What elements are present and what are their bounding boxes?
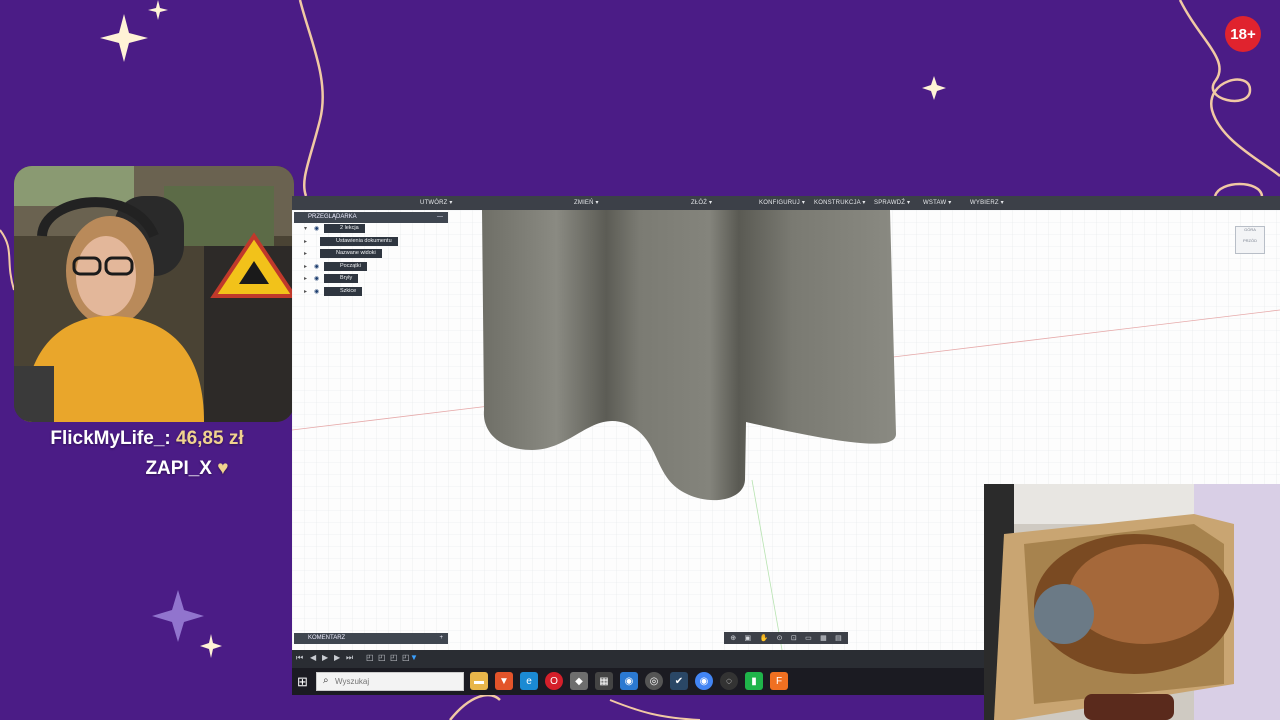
- menu-modify[interactable]: ZMIEŃ ▾: [574, 199, 599, 206]
- supporter-line: ZAPI_X ♥: [40, 458, 334, 480]
- minimize-icon[interactable]: —: [437, 212, 443, 223]
- fit-icon[interactable]: ⊡: [791, 634, 797, 642]
- tree-item-label: Szkice: [324, 286, 363, 296]
- tree-item-label: Ustawienia dokumentu: [320, 236, 398, 246]
- fusion-toolbar: UTWÓRZ ▾ ZMIEŃ ▾ ZŁÓŻ ▾ KONFIGURUJ ▾ KON…: [292, 196, 1280, 210]
- heart-icon: ♥: [217, 458, 229, 479]
- file-explorer-icon[interactable]: ▬: [470, 672, 488, 690]
- menu-construct[interactable]: KONSTRUKCJA ▾: [814, 199, 866, 206]
- view-cube-front[interactable]: PRZÓD: [1236, 238, 1264, 243]
- tree-item-label: 2 lekcja: [324, 224, 365, 233]
- app-icon[interactable]: ◌: [720, 672, 738, 690]
- timeline-feature-icon[interactable]: ◰: [402, 653, 410, 662]
- view-cube-top[interactable]: GÓRA: [1236, 227, 1264, 232]
- browser-header[interactable]: PRZEGLĄDARKA —: [294, 212, 448, 223]
- app-icon[interactable]: ◉: [620, 672, 638, 690]
- chevron-right-icon[interactable]: ▸: [304, 238, 307, 245]
- zoom-icon[interactable]: ⊙: [777, 634, 783, 642]
- navigation-bar: ⊕ ▣ ✋ ⊙ ⊡ ▭ ▦ ▤: [724, 632, 848, 644]
- search-icon: ⌕: [323, 675, 329, 686]
- opera-icon[interactable]: O: [545, 672, 563, 690]
- tree-item-sketches[interactable]: ▸ ◉ Szkice: [294, 286, 448, 299]
- donor-name: FlickMyLife_:: [50, 428, 171, 449]
- orbit-icon[interactable]: ⊕: [730, 634, 736, 642]
- menu-assemble[interactable]: ZŁÓŻ ▾: [691, 199, 712, 206]
- timeline-marker-icon[interactable]: ▼: [410, 653, 418, 662]
- pet-webcam-image: [984, 484, 1280, 720]
- menu-select[interactable]: WYBIERZ ▾: [970, 199, 1004, 206]
- step-forward-icon[interactable]: ▶: [334, 653, 340, 662]
- chevron-right-icon[interactable]: ▸: [304, 288, 307, 295]
- windows-taskbar: ⊞ ⌕ ▬ ▼ e O ◆ ▦ ◉ ◎ ✔ ◉ ◌ ▮ F: [292, 668, 986, 695]
- menu-create[interactable]: UTWÓRZ ▾: [420, 199, 453, 206]
- browser-title: PRZEGLĄDARKA: [308, 214, 357, 220]
- webcam-image: [14, 166, 294, 422]
- donation-amount: 46,85 zł: [176, 428, 244, 449]
- app-icon[interactable]: ◎: [645, 672, 663, 690]
- menu-configure[interactable]: KONFIGURUJ ▾: [759, 199, 805, 206]
- eye-icon[interactable]: ◉: [314, 275, 319, 282]
- tree-item-origin[interactable]: ▸ ◉ Początki: [294, 261, 448, 274]
- tree-item-named-views[interactable]: ▸ Nazwane widoki: [294, 248, 448, 261]
- eye-icon[interactable]: ◉: [314, 225, 319, 232]
- app-icon[interactable]: ◆: [570, 672, 588, 690]
- edge-icon[interactable]: e: [520, 672, 538, 690]
- brave-icon[interactable]: ▼: [495, 672, 513, 690]
- timeline-feature-icon[interactable]: ◰: [366, 653, 374, 662]
- tree-item-bodies[interactable]: ▸ ◉ Bryły: [294, 273, 448, 286]
- display-settings-icon[interactable]: ▭: [805, 634, 812, 642]
- play-icon[interactable]: ▶: [322, 653, 328, 662]
- view-cube[interactable]: GÓRA PRZÓD: [1235, 226, 1265, 254]
- chevron-down-icon[interactable]: ▾: [304, 225, 307, 232]
- timeline-feature-icon[interactable]: ◰: [390, 653, 398, 662]
- windows-start-icon[interactable]: ⊞: [297, 674, 308, 690]
- pan-icon[interactable]: ✋: [759, 634, 768, 642]
- steam-icon[interactable]: ✔: [670, 672, 688, 690]
- taskbar-apps: ▬ ▼ e O ◆ ▦ ◉ ◎ ✔ ◉ ◌ ▮ F: [470, 672, 788, 690]
- browser-panel: PRZEGLĄDARKA — ▾ ◉ 2 lekcja ▸ Ustawienia…: [294, 212, 448, 298]
- fusion-icon[interactable]: F: [770, 672, 788, 690]
- eye-icon[interactable]: ◉: [314, 263, 319, 270]
- menu-inspect[interactable]: SPRAWDŹ ▾: [874, 199, 910, 206]
- tree-item-label: Bryły: [324, 274, 359, 283]
- tree-item-doc-settings[interactable]: ▸ Ustawienia dokumentu: [294, 236, 448, 249]
- add-comment-icon[interactable]: +: [439, 633, 443, 644]
- age-rating-badge: 18+: [1225, 16, 1261, 52]
- tree-item-label: Nazwane widoki: [320, 249, 382, 258]
- comments-label: KOMENTARZ: [308, 635, 346, 641]
- eye-icon[interactable]: ◉: [314, 288, 319, 295]
- search-input[interactable]: [335, 675, 455, 688]
- viewports-icon[interactable]: ▤: [835, 634, 842, 642]
- step-back-icon[interactable]: ◀: [310, 653, 316, 662]
- chevron-right-icon[interactable]: ▸: [304, 263, 307, 270]
- go-to-start-icon[interactable]: ⏮: [296, 653, 303, 663]
- app-icon[interactable]: ▮: [745, 672, 763, 690]
- timeline-feature-icon[interactable]: ◰: [378, 653, 386, 662]
- taskbar-search[interactable]: ⌕: [316, 672, 464, 691]
- tree-item-root[interactable]: ▾ ◉ 2 lekcja: [294, 223, 448, 236]
- donation-alert: FlickMyLife_: 46,85 zł: [0, 428, 294, 450]
- chevron-right-icon[interactable]: ▸: [304, 275, 307, 282]
- menu-insert[interactable]: WSTAW ▾: [923, 199, 951, 206]
- chrome-icon[interactable]: ◉: [695, 672, 713, 690]
- pet-webcam: [984, 484, 1280, 720]
- comments-panel[interactable]: KOMENTARZ +: [294, 633, 448, 644]
- look-at-icon[interactable]: ▣: [744, 634, 751, 642]
- calculator-icon[interactable]: ▦: [595, 672, 613, 690]
- tree-item-label: Początki: [324, 261, 367, 271]
- go-to-end-icon[interactable]: ⏭: [346, 653, 353, 663]
- supporter-name: ZAPI_X: [145, 458, 212, 479]
- chevron-right-icon[interactable]: ▸: [304, 250, 307, 257]
- streamer-webcam: [14, 166, 294, 422]
- grid-settings-icon[interactable]: ▦: [820, 634, 827, 642]
